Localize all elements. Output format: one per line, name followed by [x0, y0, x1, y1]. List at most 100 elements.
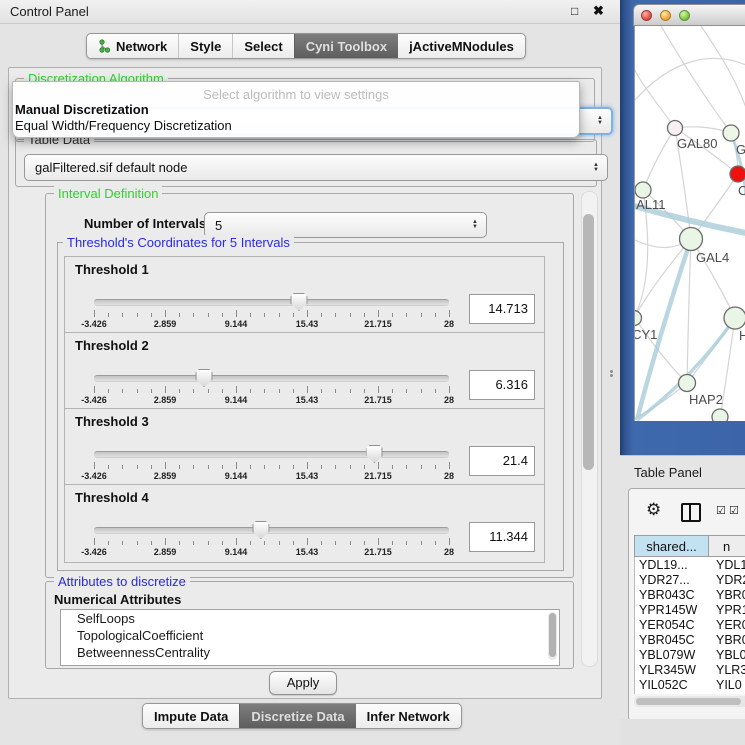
- close-traffic-light-icon[interactable]: [641, 10, 652, 21]
- slider-tick: [449, 386, 450, 393]
- tab-network[interactable]: Network: [87, 34, 178, 58]
- table-cell[interactable]: YER054C: [635, 618, 711, 632]
- network-node[interactable]: [635, 311, 642, 326]
- table-row[interactable]: YER054CYER0: [635, 617, 745, 632]
- table-cell[interactable]: YLR3: [711, 663, 745, 677]
- table-cell[interactable]: YIL052C: [635, 678, 711, 692]
- threshold-value-field[interactable]: 21.4: [469, 446, 535, 476]
- tab-jactivemnodules[interactable]: jActiveMNodules: [398, 34, 525, 58]
- table-cell[interactable]: YBR043C: [635, 588, 711, 602]
- network-canvas[interactable]: GAL80GCGAL11GAL4GCY1HHAP2: [634, 26, 745, 421]
- table-cell[interactable]: YBL0: [711, 648, 745, 662]
- table-cell[interactable]: YDL1: [711, 558, 745, 572]
- network-node[interactable]: [724, 307, 745, 329]
- attributes-list[interactable]: SelfLoopsTopologicalCoefficientBetweenne…: [60, 609, 560, 666]
- tab-select[interactable]: Select: [232, 34, 293, 58]
- slider-tick-label: 21.715: [364, 547, 392, 557]
- slider-tick: [321, 541, 322, 545]
- attribute-item[interactable]: SelfLoops: [61, 610, 559, 627]
- table-cell[interactable]: YPR1: [711, 603, 745, 617]
- table-row[interactable]: YBL079WYBL0: [635, 647, 745, 662]
- attribute-item[interactable]: BetweennessCentrality: [61, 644, 559, 661]
- table-cell[interactable]: YBR0: [711, 633, 745, 647]
- slider-track[interactable]: [94, 451, 449, 458]
- checkbox-icon[interactable]: ☑: [716, 504, 726, 517]
- table-row[interactable]: YLR345WYLR3: [635, 662, 745, 677]
- slider-track[interactable]: [94, 299, 449, 306]
- column-header-shared-name[interactable]: shared...: [635, 536, 709, 556]
- table-cell[interactable]: YBR0: [711, 588, 745, 602]
- table-row[interactable]: YBR045CYBR0: [635, 632, 745, 647]
- threshold-slider[interactable]: -3.4262.8599.14415.4321.71528: [94, 447, 449, 483]
- tab-discretize-data[interactable]: Discretize Data: [239, 704, 355, 728]
- threshold-slider[interactable]: -3.4262.8599.14415.4321.71528: [94, 523, 449, 559]
- scrollbar-thumb[interactable]: [549, 613, 556, 657]
- slider-track[interactable]: [94, 375, 449, 382]
- slider-thumb[interactable]: [290, 293, 307, 311]
- popup-item-equal-width-frequency[interactable]: Equal Width/Frequency Discretization: [15, 118, 232, 133]
- table-cell[interactable]: YPR145W: [635, 603, 711, 617]
- threshold-value-field[interactable]: 6.316: [469, 370, 535, 400]
- slider-track[interactable]: [94, 527, 449, 534]
- threshold-value-field[interactable]: 14.713: [469, 294, 535, 324]
- slider-tick: [421, 389, 422, 393]
- columns-icon[interactable]: [681, 503, 701, 522]
- threshold-slider[interactable]: -3.4262.8599.14415.4321.71528: [94, 371, 449, 407]
- network-node[interactable]: [679, 375, 696, 392]
- tab-cyni-toolbox[interactable]: Cyni Toolbox: [294, 34, 398, 58]
- table-row[interactable]: YDL19...YDL1: [635, 557, 745, 572]
- slider-tick: [321, 313, 322, 317]
- zoom-traffic-light-icon[interactable]: [679, 10, 690, 21]
- network-node[interactable]: [723, 125, 739, 141]
- network-node[interactable]: [730, 166, 745, 182]
- network-node[interactable]: [668, 121, 683, 136]
- network-node[interactable]: [635, 182, 651, 198]
- popup-item-manual-discretization[interactable]: Manual Discretization: [15, 102, 149, 117]
- table-cell[interactable]: YDR27...: [635, 573, 711, 587]
- slider-tick-label: 15.43: [296, 319, 319, 329]
- network-node[interactable]: [680, 228, 703, 251]
- checkbox-icon[interactable]: ☑: [729, 504, 739, 517]
- slider-thumb[interactable]: [252, 521, 269, 539]
- list-scrollbar[interactable]: [548, 612, 557, 660]
- scrollbar-thumb[interactable]: [583, 214, 594, 470]
- slider-tick: [137, 465, 138, 469]
- slider-thumb[interactable]: [196, 369, 213, 387]
- table-row[interactable]: YBR043CYBR0: [635, 587, 745, 602]
- table-cell[interactable]: YLR345W: [635, 663, 711, 677]
- table-cell[interactable]: YIL0: [711, 678, 745, 692]
- apply-button[interactable]: Apply: [269, 671, 337, 695]
- slider-tick: [406, 541, 407, 545]
- network-node[interactable]: [712, 409, 728, 421]
- table-cell[interactable]: YBL079W: [635, 648, 711, 662]
- tab-infer-network[interactable]: Infer Network: [356, 704, 461, 728]
- slider-tick: [364, 541, 365, 545]
- horizontal-scrollbar[interactable]: [634, 696, 745, 707]
- table-row[interactable]: YDR27...YDR2: [635, 572, 745, 587]
- gear-icon[interactable]: ⚙: [646, 500, 661, 520]
- tab-style[interactable]: Style: [178, 34, 232, 58]
- threshold-slider[interactable]: -3.4262.8599.14415.4321.71528: [94, 295, 449, 331]
- table-cell[interactable]: YDR2: [711, 573, 745, 587]
- tab-impute-data[interactable]: Impute Data: [143, 704, 239, 728]
- close-icon[interactable]: ✖: [593, 3, 604, 19]
- slider-tick: [222, 389, 223, 393]
- float-icon[interactable]: □: [571, 4, 578, 18]
- slider-tick-label: -3.426: [81, 547, 107, 557]
- table-cell[interactable]: YER0: [711, 618, 745, 632]
- scrollbar-thumb[interactable]: [636, 698, 741, 705]
- column-header-name[interactable]: n: [709, 536, 745, 556]
- vertical-scrollbar[interactable]: [581, 191, 598, 667]
- table-cell[interactable]: YDL19...: [635, 558, 711, 572]
- threshold-value-field[interactable]: 11.344: [469, 522, 535, 552]
- table-data-combobox[interactable]: galFiltered.sif default node ▲ ▼: [24, 154, 608, 181]
- slider-tick-labels: -3.4262.8599.14415.4321.71528: [94, 319, 449, 331]
- attribute-item[interactable]: TopologicalCoefficient: [61, 627, 559, 644]
- slider-tick: [293, 313, 294, 317]
- minimize-traffic-light-icon[interactable]: [660, 10, 671, 21]
- splitter-grip[interactable]: [609, 369, 614, 379]
- table-cell[interactable]: YBR045C: [635, 633, 711, 647]
- table-row[interactable]: YIL052CYIL0: [635, 677, 745, 692]
- table-row[interactable]: YPR145WYPR1: [635, 602, 745, 617]
- slider-thumb[interactable]: [366, 445, 383, 463]
